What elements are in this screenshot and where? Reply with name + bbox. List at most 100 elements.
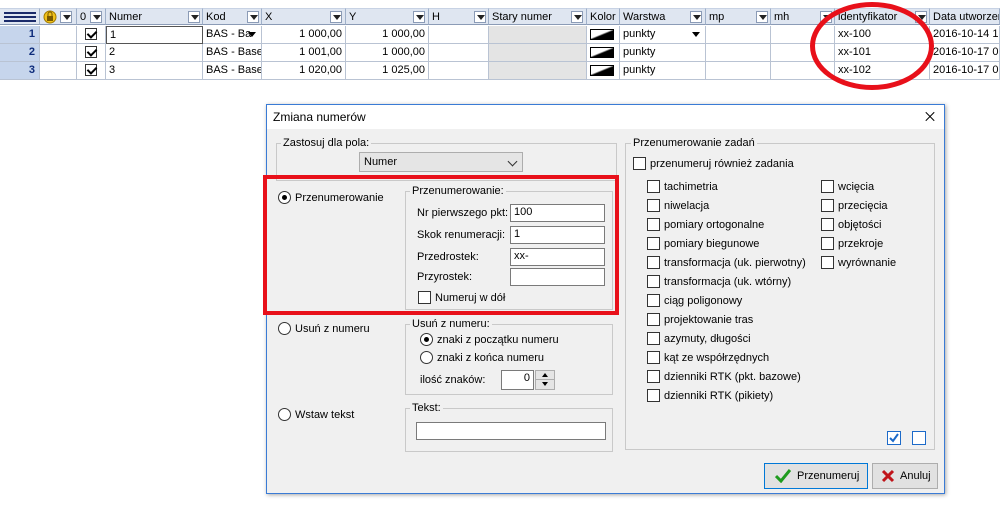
grid-header-numer[interactable]: Numer: [106, 8, 203, 25]
warstwa-cell[interactable]: punkty: [620, 44, 706, 62]
task-checkbox[interactable]: [647, 180, 660, 193]
column-filter-button[interactable]: [90, 11, 102, 23]
kod-cell[interactable]: BAS - Baser: [203, 62, 262, 80]
lock-cell[interactable]: [40, 62, 77, 80]
task-label[interactable]: projektowanie tras: [664, 314, 753, 326]
kod-cell[interactable]: BAS - Ba: [203, 26, 262, 44]
task-checkbox[interactable]: [647, 332, 660, 345]
spin-down-icon[interactable]: [536, 380, 554, 389]
renumber-button[interactable]: Przenumeruj: [764, 463, 868, 489]
task-label[interactable]: niwelacja: [664, 200, 709, 212]
cancel-button[interactable]: Anuluj: [872, 463, 938, 489]
task-label[interactable]: pomiary biegunowe: [664, 238, 759, 250]
column-filter-button[interactable]: [474, 11, 486, 23]
remove-radio-label[interactable]: Usuń z numeru: [295, 323, 370, 335]
numer-cell[interactable]: 1: [106, 26, 203, 44]
mp-cell[interactable]: [706, 62, 771, 80]
grid-header-h[interactable]: H: [429, 8, 489, 25]
data-cell[interactable]: 2016-10-17 09:: [930, 44, 1000, 62]
remove-end-radio[interactable]: [420, 351, 433, 364]
task-checkbox[interactable]: [647, 199, 660, 212]
kolor-cell[interactable]: [587, 62, 620, 80]
char-count-spinner[interactable]: [535, 370, 555, 390]
task-checkbox[interactable]: [821, 218, 834, 231]
y-cell[interactable]: 1 025,00: [346, 62, 429, 80]
task-label[interactable]: dzienniki RTK (pikiety): [664, 390, 773, 402]
y-cell[interactable]: 1 000,00: [346, 26, 429, 44]
y-cell[interactable]: 1 000,00: [346, 44, 429, 62]
task-checkbox[interactable]: [647, 351, 660, 364]
check-cell[interactable]: [77, 62, 106, 80]
warstwa-cell[interactable]: punkty: [620, 62, 706, 80]
grid-header-data-utworzenia[interactable]: Data utworzen: [930, 8, 1000, 25]
task-label[interactable]: kąt ze współrzędnych: [664, 352, 769, 364]
insert-text-radio[interactable]: [278, 408, 291, 421]
remove-end-label[interactable]: znaki z końca numeru: [437, 352, 544, 364]
spin-up-icon[interactable]: [536, 371, 554, 380]
char-count-input[interactable]: 0: [501, 370, 534, 390]
row-number[interactable]: 3: [0, 62, 40, 80]
grid-header-warstwa[interactable]: Warstwa: [620, 8, 706, 25]
task-checkbox[interactable]: [647, 294, 660, 307]
check-all-icon[interactable]: [887, 431, 901, 445]
task-label[interactable]: przekroje: [838, 238, 883, 250]
task-label[interactable]: przecięcia: [838, 200, 888, 212]
task-label[interactable]: transformacja (uk. pierwotny): [664, 257, 806, 269]
task-label[interactable]: pomiary ortogonalne: [664, 219, 764, 231]
column-filter-button[interactable]: [188, 11, 200, 23]
uncheck-all-icon[interactable]: [912, 431, 926, 445]
column-filter-button[interactable]: [247, 11, 259, 23]
dropdown-arrow-icon[interactable]: [246, 29, 258, 41]
remove-start-label[interactable]: znaki z początku numeru: [437, 334, 559, 346]
insert-text-radio-label[interactable]: Wstaw tekst: [295, 409, 354, 421]
grid-header-zero[interactable]: 0: [77, 8, 106, 25]
grid-header-lock[interactable]: [40, 8, 77, 25]
grid-header-kolor[interactable]: Kolor: [587, 8, 620, 25]
check-cell[interactable]: [77, 44, 106, 62]
column-filter-button[interactable]: [690, 11, 702, 23]
h-cell[interactable]: [429, 26, 489, 44]
column-filter-button[interactable]: [413, 11, 425, 23]
x-cell[interactable]: 1 000,00: [262, 26, 346, 44]
field-select[interactable]: Numer: [359, 152, 523, 172]
task-label[interactable]: azymuty, długości: [664, 333, 751, 345]
kolor-cell[interactable]: [587, 44, 620, 62]
grid-header-kod[interactable]: Kod: [203, 8, 262, 25]
grid-header-x[interactable]: X: [262, 8, 346, 25]
task-checkbox[interactable]: [821, 237, 834, 250]
task-checkbox[interactable]: [647, 313, 660, 326]
remove-start-radio[interactable]: [420, 333, 433, 346]
warstwa-cell[interactable]: punkty: [620, 26, 706, 44]
task-label[interactable]: dzienniki RTK (pkt. bazowe): [664, 371, 801, 383]
grid-header-y[interactable]: Y: [346, 8, 429, 25]
task-checkbox[interactable]: [647, 218, 660, 231]
column-filter-button[interactable]: [756, 11, 768, 23]
data-cell[interactable]: 2016-10-14 12:: [930, 26, 1000, 44]
remove-radio[interactable]: [278, 322, 291, 335]
dropdown-arrow-icon[interactable]: [690, 29, 702, 41]
renumber-tasks-label[interactable]: przenumeruj również zadania: [650, 158, 794, 170]
task-label[interactable]: tachimetria: [664, 181, 718, 193]
task-checkbox[interactable]: [647, 370, 660, 383]
task-label[interactable]: ciąg poligonowy: [664, 295, 742, 307]
task-label[interactable]: transformacja (uk. wtórny): [664, 276, 791, 288]
task-checkbox[interactable]: [647, 237, 660, 250]
task-checkbox[interactable]: [647, 256, 660, 269]
h-cell[interactable]: [429, 62, 489, 80]
numer-cell[interactable]: 3: [106, 62, 203, 80]
row-checkbox[interactable]: [85, 28, 97, 40]
row-number[interactable]: 1: [0, 26, 40, 44]
task-label[interactable]: objętości: [838, 219, 881, 231]
numer-cell[interactable]: 2: [106, 44, 203, 62]
data-cell[interactable]: 2016-10-17 09:: [930, 62, 1000, 80]
task-label[interactable]: wyrównanie: [838, 257, 896, 269]
row-checkbox[interactable]: [85, 64, 97, 76]
grid-header-mp[interactable]: mp: [706, 8, 771, 25]
lock-cell[interactable]: [40, 26, 77, 44]
task-checkbox[interactable]: [821, 180, 834, 193]
task-checkbox[interactable]: [821, 256, 834, 269]
dialog-titlebar[interactable]: Zmiana numerów: [267, 105, 944, 129]
task-label[interactable]: wcięcia: [838, 181, 874, 193]
h-cell[interactable]: [429, 44, 489, 62]
mp-cell[interactable]: [706, 26, 771, 44]
